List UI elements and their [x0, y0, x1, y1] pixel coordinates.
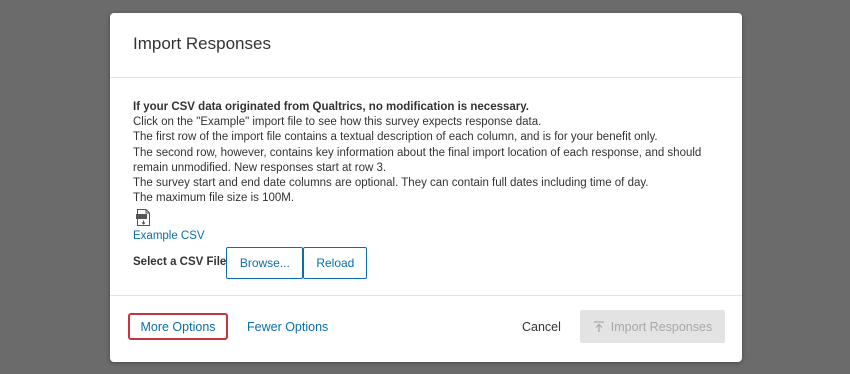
cancel-button[interactable]: Cancel: [522, 313, 561, 340]
instruction-line: Click on the "Example" import file to se…: [133, 116, 542, 129]
dialog-header: Import Responses: [110, 13, 742, 78]
import-responses-label: Import Responses: [610, 319, 713, 334]
upload-arrow-icon: [593, 320, 604, 332]
fewer-options-button[interactable]: Fewer Options: [247, 313, 328, 340]
import-responses-button[interactable]: Import Responses: [580, 310, 725, 343]
instruction-line: The maximum file size is 100M.: [133, 192, 295, 205]
dialog-title: Import Responses: [133, 34, 271, 53]
file-select-row: Select a CSV File Browse... Reload: [133, 246, 719, 279]
csv-file-icon[interactable]: [136, 209, 151, 227]
reload-button[interactable]: Reload: [303, 246, 368, 279]
example-csv-link[interactable]: Example CSV: [133, 229, 205, 244]
intro-text: If your CSV data originated from Qualtri…: [133, 101, 529, 113]
import-responses-dialog: Import Responses If your CSV data origin…: [110, 13, 742, 362]
more-options-button[interactable]: More Options: [128, 313, 228, 340]
dialog-footer: More Options Fewer Options Cancel Import…: [110, 296, 742, 362]
instruction-line: The survey start and end date columns ar…: [133, 177, 649, 190]
dialog-body: If your CSV data originated from Qualtri…: [110, 78, 742, 296]
browse-button[interactable]: Browse...: [226, 246, 304, 279]
instruction-line: The second row, however, contains key in…: [133, 146, 702, 174]
select-file-label: Select a CSV File: [133, 256, 227, 269]
instruction-line: The first row of the import file contain…: [133, 131, 658, 144]
